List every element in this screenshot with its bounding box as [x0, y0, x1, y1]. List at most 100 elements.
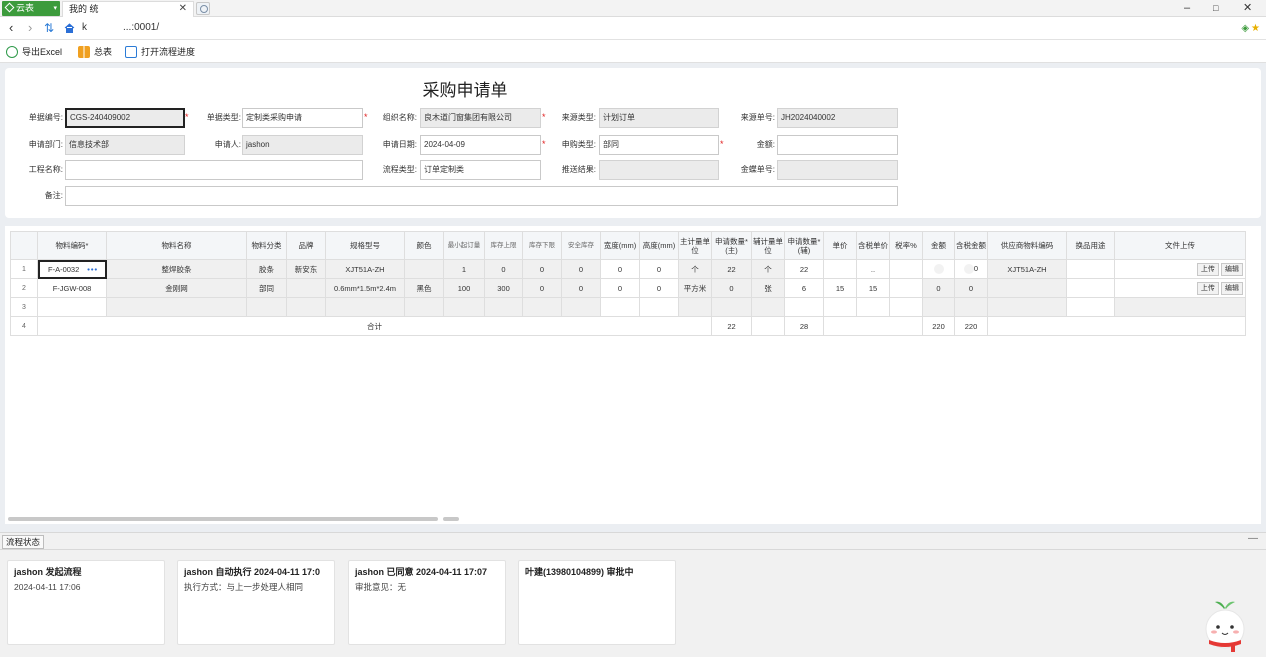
table-cell[interactable]: 6 — [784, 278, 824, 298]
table-cell[interactable]: 0.6mm*1.5m*2.4m — [325, 278, 405, 298]
table-cell[interactable] — [889, 278, 923, 298]
table-cell[interactable] — [246, 297, 287, 317]
table-cell[interactable]: 0 — [954, 259, 988, 279]
doc-no-field[interactable]: CGS-240409002 — [65, 108, 185, 128]
table-cell[interactable]: 0 — [639, 278, 679, 298]
grid-header[interactable]: 库存上限 — [484, 231, 523, 260]
table-cell[interactable] — [823, 297, 857, 317]
table-cell[interactable] — [37, 297, 107, 317]
table-row[interactable]: 1 F-A-0032 ••• 整焊胶条 胶条 新安东 XJT51A-ZH 1 0 … — [10, 259, 1246, 279]
table-cell[interactable] — [106, 297, 247, 317]
back-icon[interactable]: ‹ — [9, 20, 13, 36]
table-cell[interactable]: 个 — [751, 259, 785, 279]
table-cell[interactable]: 0 — [954, 278, 988, 298]
url-field[interactable]: k ...:0001/ — [82, 22, 159, 33]
grid-header[interactable]: 供应商物料编码 — [987, 231, 1067, 260]
extension-icons[interactable]: ◈ ★ — [1241, 23, 1260, 34]
forward-icon[interactable]: › — [28, 20, 32, 36]
table-cell[interactable] — [889, 297, 923, 317]
chevron-down-icon[interactable]: ▾ — [53, 1, 57, 16]
applicant-field[interactable]: jashon — [242, 135, 363, 155]
table-cell[interactable]: 0 — [922, 278, 955, 298]
grid-header[interactable]: 颜色 — [404, 231, 444, 260]
table-cell[interactable]: .. — [856, 259, 890, 279]
table-cell[interactable] — [784, 297, 824, 317]
table-cell[interactable]: 22 — [784, 259, 824, 279]
table-cell[interactable] — [404, 259, 444, 279]
table-cell[interactable]: 张 — [751, 278, 785, 298]
table-cell[interactable] — [1066, 297, 1115, 317]
table-cell[interactable]: 个 — [678, 259, 712, 279]
purchase-type-select[interactable]: 部同 — [599, 135, 719, 155]
table-cell[interactable]: 300 — [484, 278, 523, 298]
dept-field[interactable]: 信息技术部 — [65, 135, 185, 155]
table-cell[interactable] — [443, 297, 485, 317]
table-cell[interactable]: 整焊胶条 — [106, 259, 247, 279]
home-icon[interactable] — [64, 23, 75, 33]
apply-date-field[interactable]: 2024-04-09 — [420, 135, 541, 155]
table-cell[interactable]: 100 — [443, 278, 485, 298]
browser-tab[interactable]: 我的 统 ✕ — [62, 1, 194, 17]
app-menu-button[interactable]: 云表 ▾ — [2, 1, 60, 16]
grid-header[interactable]: 高度(mm) — [639, 231, 679, 260]
grid-header[interactable]: 申请数量*(辅) — [784, 231, 824, 260]
table-cell[interactable] — [889, 259, 923, 279]
grid-header[interactable]: 宽度(mm) — [600, 231, 640, 260]
table-cell[interactable]: 0 — [561, 278, 601, 298]
table-cell[interactable] — [678, 297, 712, 317]
collapse-panel-button[interactable]: — — [1248, 533, 1258, 544]
source-type-field[interactable]: 计划订单 — [599, 108, 719, 128]
horizontal-scrollbar[interactable] — [8, 517, 438, 521]
minimize-button[interactable]: – — [1184, 0, 1190, 16]
table-cell[interactable] — [325, 297, 405, 317]
grid-header[interactable]: 税率% — [889, 231, 923, 260]
table-cell[interactable] — [711, 297, 752, 317]
table-cell[interactable]: 15 — [856, 278, 890, 298]
grid-header[interactable]: 规格型号 — [325, 231, 405, 260]
export-excel-button[interactable]: 导出Excel — [6, 45, 62, 59]
grid-header[interactable]: 文件上传 — [1114, 231, 1246, 260]
table-cell[interactable]: 0 — [522, 278, 562, 298]
grid-header[interactable]: 最小起订量 — [443, 231, 485, 260]
open-flow-button[interactable]: 打开流程进度 — [125, 45, 195, 59]
kingdee-no-field[interactable] — [777, 160, 898, 180]
grid-header[interactable]: 含税金额 — [954, 231, 988, 260]
close-window-button[interactable]: ✕ — [1243, 0, 1252, 16]
flow-step-card[interactable]: jashon 自动执行 2024-04-11 17:0 执行方式：与上一步处理人… — [177, 560, 335, 645]
doc-type-select[interactable]: 定制类采购申请 — [242, 108, 363, 128]
close-tab-icon[interactable]: ✕ — [179, 2, 187, 16]
table-cell[interactable]: 黑色 — [404, 278, 444, 298]
table-cell[interactable]: 0 — [639, 259, 679, 279]
table-row[interactable]: 3 — [10, 297, 1246, 317]
table-cell[interactable] — [856, 297, 890, 317]
table-cell[interactable]: 0 — [600, 278, 640, 298]
new-tab-button[interactable] — [196, 2, 210, 15]
refresh-icon[interactable]: ⇅ — [44, 20, 54, 36]
remark-field[interactable] — [65, 186, 898, 206]
grid-header[interactable]: 含税单价 — [856, 231, 890, 260]
table-cell[interactable] — [987, 297, 1067, 317]
flow-step-card[interactable]: 叶建(13980104899) 审批中 — [518, 560, 676, 645]
table-cell[interactable]: 金刚网 — [106, 278, 247, 298]
flow-step-card[interactable]: jashon 发起流程 2024-04-11 17:06 — [7, 560, 165, 645]
table-cell[interactable] — [286, 297, 326, 317]
flow-step-card[interactable]: jashon 已同意 2024-04-11 17:07 审批意见：无 — [348, 560, 506, 645]
table-cell[interactable]: 0 — [484, 259, 523, 279]
grid-header[interactable]: 辅计量单位 — [751, 231, 785, 260]
table-cell[interactable]: 0 — [522, 259, 562, 279]
table-cell[interactable]: 新安东 — [286, 259, 326, 279]
table-cell[interactable] — [1066, 259, 1115, 279]
table-cell[interactable] — [823, 259, 857, 279]
table-cell[interactable] — [987, 278, 1067, 298]
flow-type-select[interactable]: 订单定制类 — [420, 160, 541, 180]
grid-header[interactable]: 金额 — [922, 231, 955, 260]
table-cell[interactable] — [751, 297, 785, 317]
grid-header[interactable]: 物料名称 — [106, 231, 247, 260]
table-cell[interactable] — [484, 297, 523, 317]
amount-field[interactable] — [777, 135, 898, 155]
grid-header[interactable]: 主计量单位 — [678, 231, 712, 260]
grid-header[interactable]: 单价 — [823, 231, 857, 260]
table-cell[interactable] — [922, 259, 955, 279]
assistant-mascot-icon[interactable] — [1200, 596, 1250, 654]
source-no-field[interactable]: JH2024040002 — [777, 108, 898, 128]
